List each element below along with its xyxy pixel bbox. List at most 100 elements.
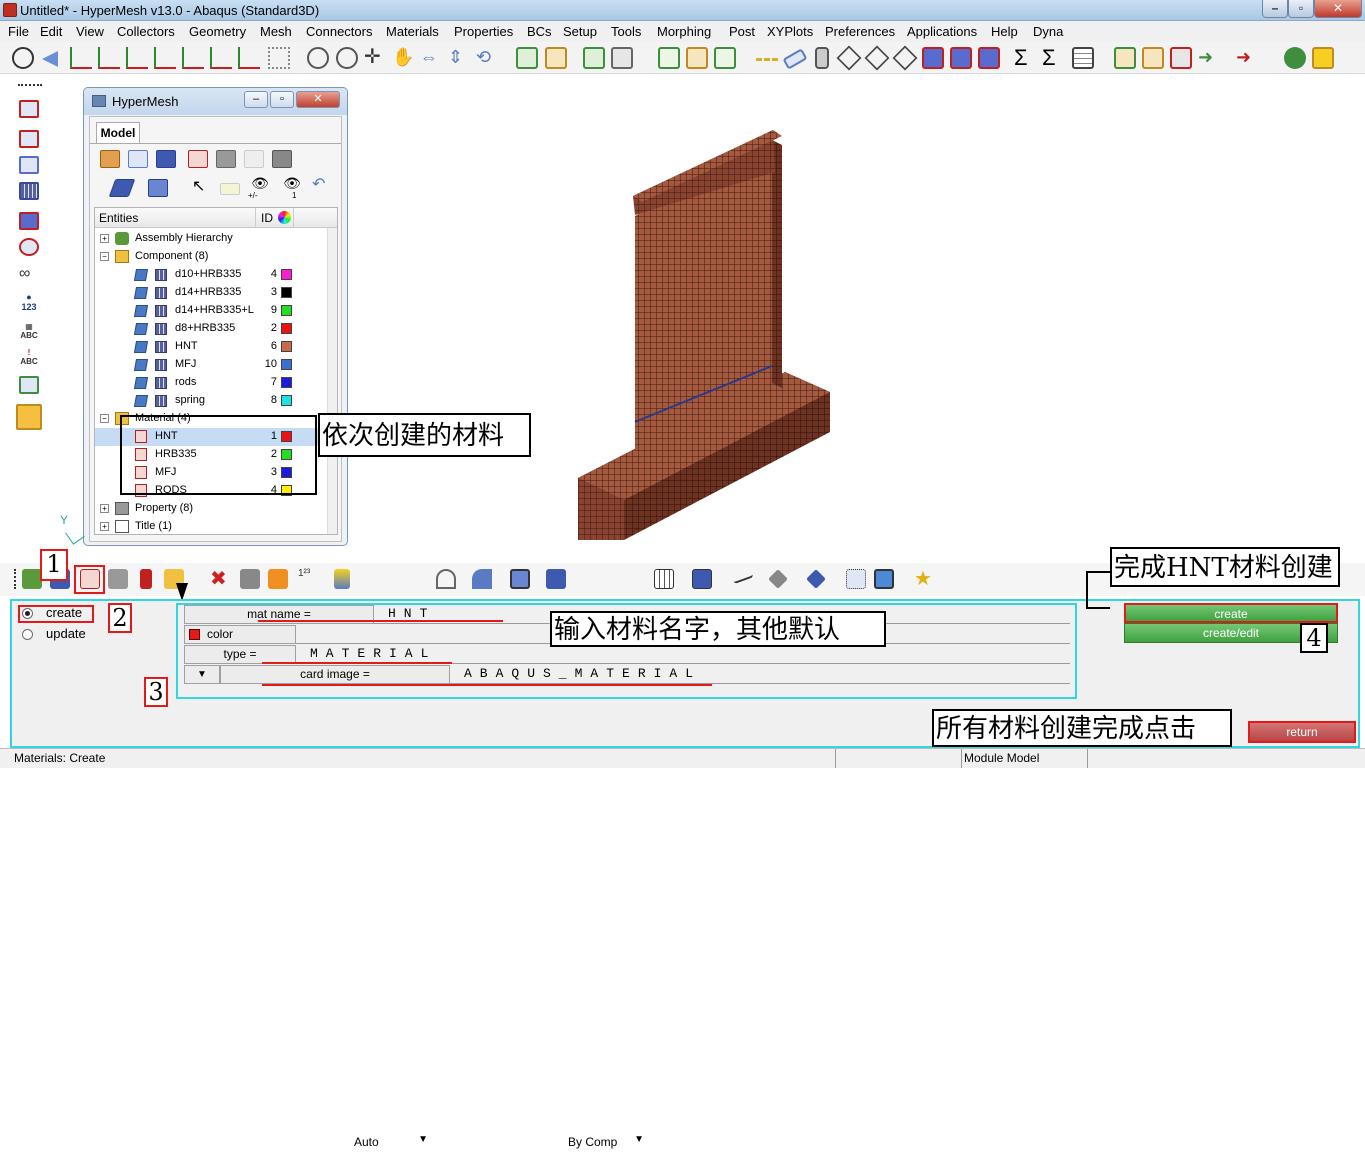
menu-tools[interactable]: Tools xyxy=(611,24,641,39)
rotate-vertical-icon[interactable]: ⇕ xyxy=(448,47,470,69)
plane-display-icon[interactable] xyxy=(768,569,788,589)
line-display-icon[interactable] xyxy=(730,565,754,585)
element-type-icon[interactable] xyxy=(846,569,866,589)
menu-xyplots[interactable]: XYPlots xyxy=(767,24,813,39)
component-row[interactable]: MFJ 10 xyxy=(95,356,325,374)
view-axis-icon[interactable] xyxy=(70,47,92,69)
component-row[interactable]: d10+HRB335 4 xyxy=(95,266,325,284)
folder-icon[interactable] xyxy=(1312,47,1334,69)
mat-name-input[interactable]: HNT xyxy=(388,606,435,621)
red-arrow-icon[interactable]: ➜ xyxy=(1236,47,1258,69)
mask-icon[interactable] xyxy=(19,100,39,118)
menu-bcs[interactable]: BCs xyxy=(527,24,552,39)
cylinder-icon[interactable] xyxy=(815,47,829,69)
sum-check-icon[interactable]: Σ xyxy=(1042,47,1064,69)
color-mode-select[interactable]: By Comp ▼ xyxy=(566,1133,646,1152)
menu-mesh[interactable]: Mesh xyxy=(260,24,292,39)
tree-property-folder[interactable]: + Property (8) xyxy=(95,500,325,518)
select-window-icon[interactable] xyxy=(268,47,290,69)
menu-preferences[interactable]: Preferences xyxy=(825,24,895,39)
shaded-icon[interactable] xyxy=(19,212,39,230)
browser-close-button[interactable]: ✕ xyxy=(296,91,340,108)
tools-icon[interactable] xyxy=(1114,47,1136,69)
browser-minimize-button[interactable]: – xyxy=(244,91,268,108)
find-icon[interactable] xyxy=(220,183,240,195)
menu-connectors[interactable]: Connectors xyxy=(306,24,372,39)
material-view-icon[interactable] xyxy=(188,150,208,168)
menu-properties[interactable]: Properties xyxy=(454,24,513,39)
open-file-icon[interactable] xyxy=(545,47,567,69)
user-icon[interactable] xyxy=(1284,47,1306,69)
color-swatch[interactable] xyxy=(281,395,292,406)
duplicate-icon[interactable] xyxy=(240,569,260,589)
pan-icon[interactable]: ✛ xyxy=(364,47,386,69)
delete-icon[interactable]: ✖ xyxy=(210,569,230,589)
shape-icon[interactable] xyxy=(436,569,456,589)
collapse-icon[interactable]: − xyxy=(100,414,109,423)
summary-icon[interactable] xyxy=(658,47,680,69)
update-radio[interactable] xyxy=(22,629,33,640)
color-swatch[interactable] xyxy=(281,359,292,370)
zoom-in-icon[interactable] xyxy=(307,47,329,69)
mirror-icon[interactable] xyxy=(950,47,972,69)
cursor-icon[interactable]: ↖ xyxy=(192,179,212,197)
close-button[interactable]: ✕ xyxy=(1314,0,1362,18)
wireframe-icon[interactable] xyxy=(654,569,674,589)
export-icon[interactable] xyxy=(611,47,633,69)
display-icon[interactable] xyxy=(19,156,39,174)
color-swatch[interactable] xyxy=(189,629,200,640)
sum-icon[interactable]: Σ xyxy=(1014,47,1036,69)
menu-view[interactable]: View xyxy=(76,24,104,39)
isometric-view-icon[interactable] xyxy=(238,47,260,69)
color-swatch[interactable] xyxy=(281,377,292,388)
cube-icon[interactable] xyxy=(864,45,890,71)
id-column[interactable]: ID xyxy=(261,211,273,225)
save-icon[interactable] xyxy=(1170,47,1192,69)
line-icon[interactable] xyxy=(756,47,778,61)
include-view-icon[interactable] xyxy=(244,150,264,168)
display-mode-select[interactable]: Auto ▼ xyxy=(352,1133,430,1152)
color-swatch[interactable] xyxy=(281,341,292,352)
menu-post[interactable]: Post xyxy=(729,24,755,39)
mesh-display-icon[interactable] xyxy=(19,182,39,200)
zoom-icon[interactable] xyxy=(12,47,34,69)
tools-icon[interactable] xyxy=(1142,47,1164,69)
binocular-icon[interactable]: ∞ xyxy=(19,266,39,284)
menu-morphing[interactable]: Morphing xyxy=(657,24,711,39)
transparency-icon[interactable] xyxy=(19,238,39,256)
menu-geometry[interactable]: Geometry xyxy=(189,24,246,39)
label-arrow-icon[interactable]: ! ABC xyxy=(19,348,39,370)
color-swatch[interactable] xyxy=(281,287,292,298)
labels-icon[interactable]: ▦ ABC xyxy=(19,322,39,344)
renumber-icon[interactable]: 1²³ xyxy=(298,569,318,589)
component-row[interactable]: d14+HRB335 3 xyxy=(95,284,325,302)
menu-file[interactable]: File xyxy=(8,24,29,39)
color-swatch[interactable] xyxy=(281,305,292,316)
maximize-button[interactable]: ▫ xyxy=(1288,0,1314,18)
component-create-icon[interactable] xyxy=(22,569,42,589)
tree-title-folder[interactable]: + Title (1) xyxy=(95,518,325,536)
cut-plane-icon[interactable] xyxy=(922,47,944,69)
shaded-mesh-icon[interactable] xyxy=(692,569,712,589)
menu-dyna[interactable]: Dyna xyxy=(1033,24,1063,39)
solid-icon[interactable] xyxy=(510,569,530,589)
expand-icon[interactable]: + xyxy=(100,522,109,531)
view-axis-icon[interactable] xyxy=(182,47,204,69)
view-axis-icon[interactable] xyxy=(98,47,120,69)
numbers-icon[interactable]: ● 123 xyxy=(19,292,39,318)
display-mode-icon[interactable] xyxy=(334,569,350,589)
summary-icon[interactable] xyxy=(714,47,736,69)
component-row[interactable]: HNT 6 xyxy=(95,338,325,356)
cube-icon[interactable] xyxy=(836,45,862,71)
star-icon[interactable]: ★ xyxy=(914,569,934,589)
tree-scrollbar[interactable] xyxy=(327,228,337,534)
cube-icon[interactable] xyxy=(892,45,918,71)
surface-icon[interactable] xyxy=(472,569,492,589)
menu-setup[interactable]: Setup xyxy=(563,24,597,39)
property-create-icon[interactable] xyxy=(108,569,128,589)
color-swatch[interactable] xyxy=(281,269,292,280)
part-view-icon[interactable] xyxy=(156,150,176,168)
component-row[interactable]: d8+HRB335 2 xyxy=(95,320,325,338)
summary-icon[interactable] xyxy=(686,47,708,69)
tree-component-folder[interactable]: − Component (8) xyxy=(95,248,325,266)
